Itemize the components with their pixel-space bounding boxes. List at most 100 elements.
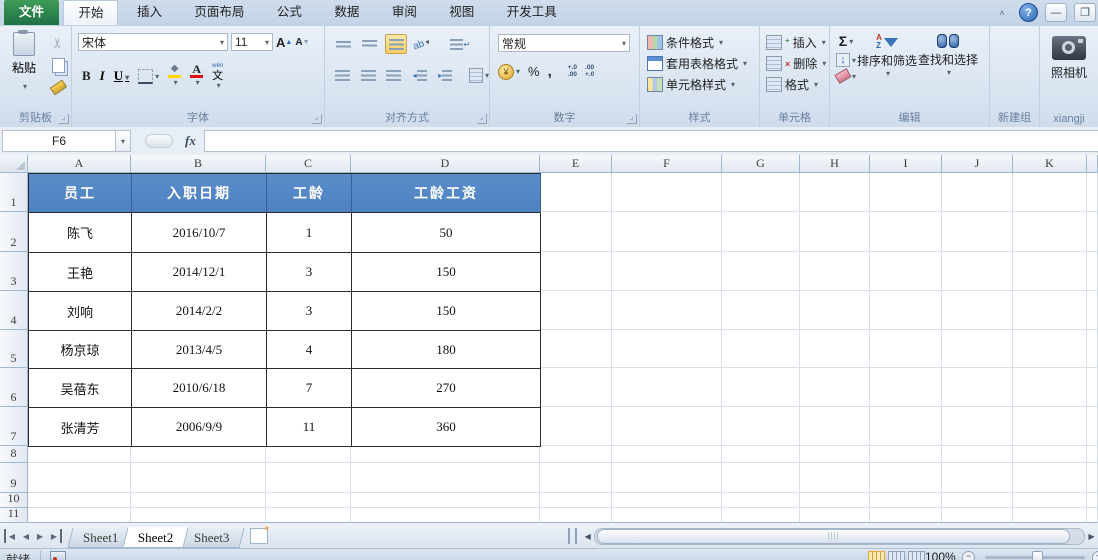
cell[interactable] (1013, 173, 1087, 212)
cell[interactable] (1013, 212, 1087, 252)
cell[interactable] (351, 493, 540, 508)
row-header-11[interactable]: 11 (0, 506, 28, 523)
cut-icon[interactable]: ✂ (49, 33, 67, 53)
alignment-dialog-launcher[interactable]: ⌟ (477, 114, 487, 124)
clear-button[interactable] (834, 68, 856, 84)
insert-function-icon[interactable]: fx (185, 133, 196, 149)
row-header-8[interactable]: 8 (0, 446, 28, 463)
font-dialog-launcher[interactable]: ⌟ (312, 114, 322, 124)
cell[interactable] (1013, 330, 1087, 368)
row-header-6[interactable]: 6 (0, 368, 28, 407)
tab-insert[interactable]: 插入 (123, 0, 176, 25)
font-size-combo[interactable]: 11 ▾ (231, 33, 273, 51)
cell[interactable] (870, 252, 942, 291)
cell[interactable] (1013, 291, 1087, 330)
table-cell[interactable]: 3 (267, 253, 352, 292)
cell[interactable] (722, 368, 800, 407)
zoom-level[interactable]: 100% (925, 550, 956, 560)
cell[interactable] (942, 368, 1013, 407)
table-cell[interactable]: 11 (267, 408, 352, 447)
increase-indent-icon[interactable]: ▸ (435, 66, 455, 84)
comma-style-button[interactable]: , (548, 63, 552, 80)
align-right-icon[interactable] (384, 66, 404, 84)
tab-split-handle[interactable] (568, 528, 578, 544)
table-cell[interactable]: 50 (352, 213, 541, 253)
cell[interactable] (722, 508, 800, 523)
restore-icon[interactable]: ❐ (1074, 3, 1096, 22)
percent-style-button[interactable]: % (528, 64, 540, 79)
cell[interactable] (1087, 252, 1098, 291)
cell[interactable] (800, 463, 870, 493)
column-header-G[interactable]: G (722, 155, 800, 173)
table-cell[interactable]: 3 (267, 292, 352, 331)
tab-file[interactable]: 文件 (4, 0, 60, 25)
cell[interactable] (800, 407, 870, 446)
cell[interactable] (942, 291, 1013, 330)
cell[interactable] (1013, 493, 1087, 508)
cell[interactable] (800, 291, 870, 330)
table-cell[interactable]: 杨京琼 (29, 331, 132, 369)
align-left-icon[interactable] (333, 66, 353, 84)
last-sheet-icon[interactable]: ▶ (48, 529, 62, 543)
cell[interactable] (540, 291, 612, 330)
autosum-button[interactable]: Σ (836, 33, 856, 49)
row-header-5[interactable]: 5 (0, 330, 28, 368)
cell[interactable] (1013, 407, 1087, 446)
cell[interactable] (1087, 368, 1098, 407)
column-header-D[interactable]: D (351, 155, 540, 173)
cell[interactable] (942, 173, 1013, 212)
insert-cells-button[interactable]: ⁺ 插入 (764, 32, 829, 53)
cell[interactable] (1087, 446, 1098, 463)
scroll-left-icon[interactable]: ◀ (581, 529, 594, 544)
cell[interactable] (870, 291, 942, 330)
column-header-F[interactable]: F (612, 155, 722, 173)
table-cell[interactable]: 张清芳 (29, 408, 132, 447)
table-header-cell[interactable]: 员工 (29, 174, 132, 213)
grow-font-icon[interactable]: A ▲ (276, 35, 292, 50)
tab-home[interactable]: 开始 (63, 0, 119, 25)
merge-center-icon[interactable] (468, 66, 489, 84)
accounting-format-button[interactable]: ¥ (498, 63, 520, 80)
cell[interactable] (800, 212, 870, 252)
decrease-decimal-button[interactable]: .00 +.0 (585, 64, 594, 78)
table-cell[interactable]: 2016/10/7 (132, 213, 267, 253)
cell[interactable] (266, 493, 351, 508)
font-name-combo[interactable]: 宋体 ▾ (78, 33, 228, 51)
table-cell[interactable]: 1 (267, 213, 352, 253)
table-header-cell[interactable]: 工龄 (267, 174, 352, 213)
cell[interactable] (870, 330, 942, 368)
cell[interactable] (612, 446, 722, 463)
paste-button[interactable]: 粘贴 (4, 30, 44, 94)
cell[interactable] (612, 173, 722, 212)
cell[interactable] (266, 508, 351, 523)
column-header-A[interactable]: A (28, 155, 131, 173)
tab-formulas[interactable]: 公式 (263, 0, 316, 25)
tab-developer[interactable]: 开发工具 (493, 0, 571, 25)
table-header-cell[interactable]: 工龄工资 (352, 174, 541, 213)
table-cell[interactable]: 2010/6/18 (132, 369, 267, 408)
cell[interactable] (870, 368, 942, 407)
insert-worksheet-icon[interactable] (250, 524, 270, 544)
collapse-ribbon-icon[interactable]: ˄ (992, 4, 1012, 21)
cell[interactable] (722, 463, 800, 493)
tab-view[interactable]: 视图 (435, 0, 488, 25)
table-cell[interactable]: 王艳 (29, 253, 132, 292)
cell[interactable] (1013, 368, 1087, 407)
cell[interactable] (942, 330, 1013, 368)
page-layout-view-icon[interactable] (888, 551, 905, 560)
cell[interactable] (540, 252, 612, 291)
table-cell[interactable]: 2014/12/1 (132, 253, 267, 292)
table-cell[interactable]: 2006/9/9 (132, 408, 267, 447)
cell[interactable] (722, 212, 800, 252)
cell[interactable] (1087, 330, 1098, 368)
cell[interactable] (612, 252, 722, 291)
cell[interactable] (942, 463, 1013, 493)
column-header-C[interactable]: C (266, 155, 351, 173)
cell[interactable] (28, 493, 131, 508)
tab-review[interactable]: 审阅 (378, 0, 431, 25)
cell[interactable] (1087, 173, 1098, 212)
tab-page-layout[interactable]: 页面布局 (180, 0, 258, 25)
cell[interactable] (870, 446, 942, 463)
cell[interactable] (870, 463, 942, 493)
cell[interactable] (612, 291, 722, 330)
